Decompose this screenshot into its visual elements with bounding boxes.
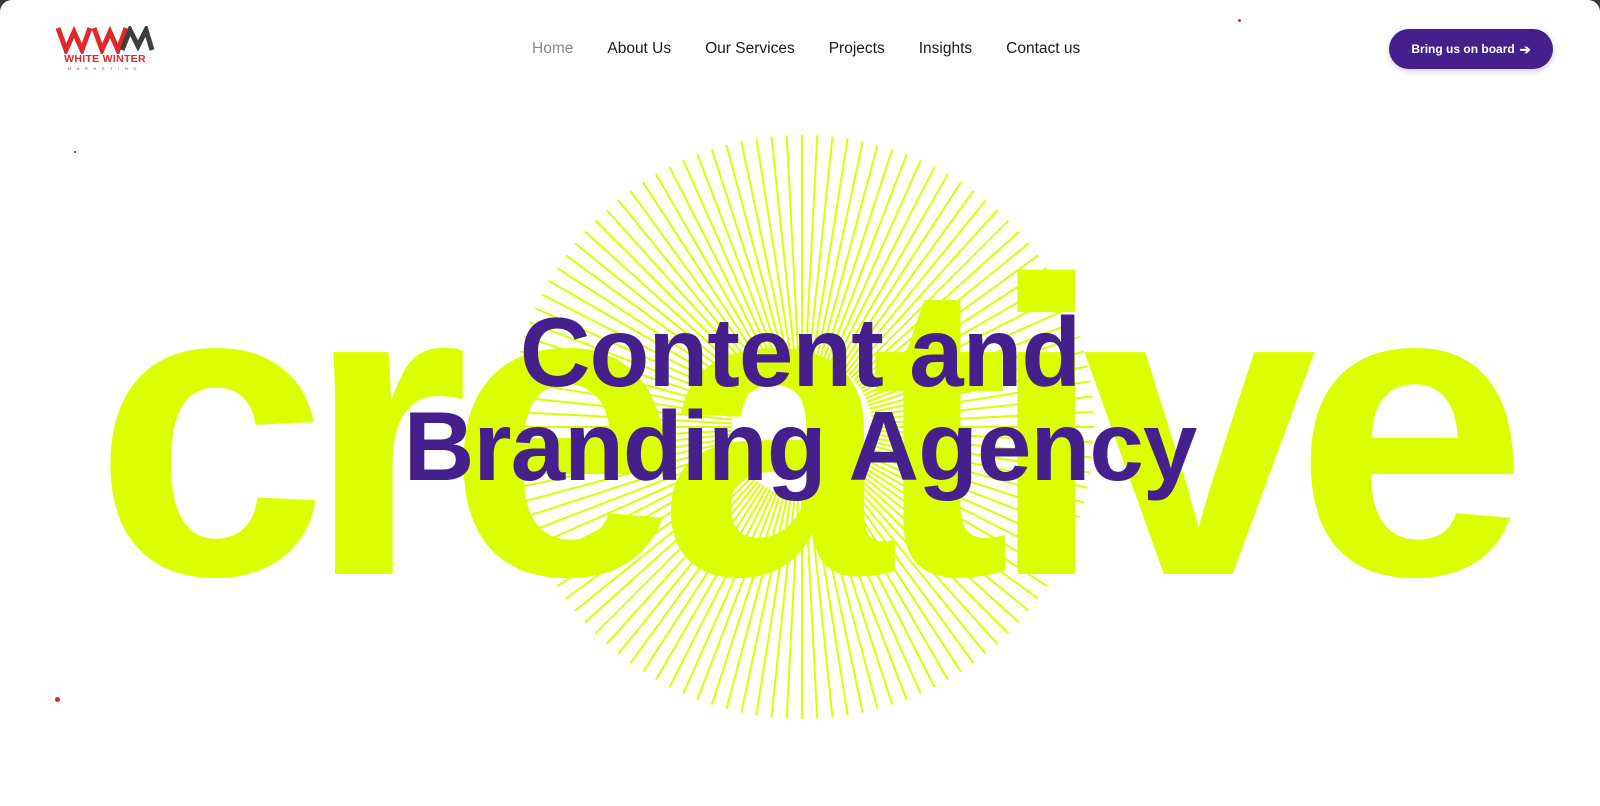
brand-logo[interactable]: WHITE WINTER MARKETING	[56, 26, 156, 72]
decorative-dot	[55, 697, 60, 702]
nav-item-contact-us[interactable]: Contact us	[1006, 40, 1080, 58]
bring-us-on-board-button[interactable]: Bring us on board ➔	[1389, 29, 1553, 69]
nav-item-our-services[interactable]: Our Services	[705, 40, 795, 58]
decorative-dot	[1238, 19, 1241, 22]
nav-item-home[interactable]: Home	[532, 40, 573, 58]
nav-item-insights[interactable]: Insights	[919, 40, 972, 58]
brand-tagline: MARKETING	[67, 66, 143, 71]
brand-name: WHITE WINTER	[64, 53, 146, 65]
decorative-dot	[74, 151, 76, 153]
logo-mark-icon	[56, 26, 155, 54]
cta-label: Bring us on board	[1411, 42, 1515, 56]
main-nav: Home About Us Our Services Projects Insi…	[532, 38, 1080, 60]
nav-item-projects[interactable]: Projects	[829, 40, 885, 58]
hero-headline: Content and Branding Agency	[0, 297, 1600, 501]
hero-headline-line-2: Branding Agency	[403, 391, 1198, 501]
hero-headline-line-1: Content and	[519, 297, 1082, 407]
nav-item-about-us[interactable]: About Us	[607, 40, 671, 58]
arrow-right-icon: ➔	[1519, 41, 1531, 57]
page: creative Content and Branding Agency WHI…	[0, 0, 1600, 806]
